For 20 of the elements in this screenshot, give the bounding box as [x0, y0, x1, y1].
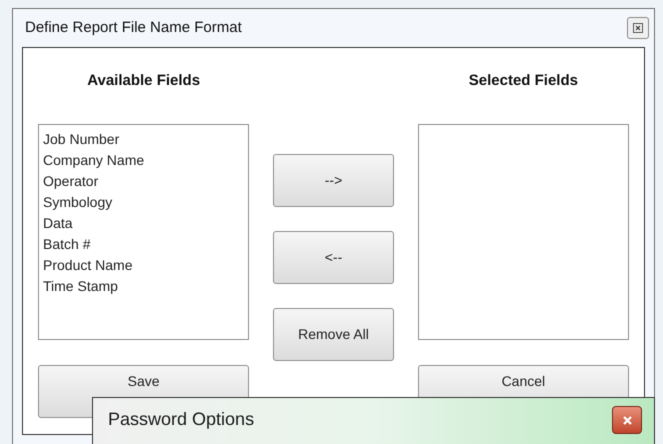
column-heading: Selected Fields — [468, 71, 579, 91]
list-item[interactable]: Company Name — [43, 150, 244, 171]
list-item[interactable]: Product Name — [43, 255, 244, 276]
selected-fields-list[interactable] — [418, 124, 629, 340]
list-item[interactable]: Data — [43, 213, 244, 234]
list-item[interactable]: Time Stamp — [43, 276, 244, 297]
remove-all-button[interactable]: Remove All — [273, 308, 394, 361]
list-item[interactable]: Operator — [43, 171, 244, 192]
close-icon — [622, 414, 632, 426]
move-right-button[interactable]: --> — [273, 154, 394, 207]
close-button[interactable] — [612, 406, 642, 434]
available-fields-list[interactable]: Job Number Company Name Operator Symbology Data Batch # Product Name Time Stamp — [38, 124, 250, 340]
column-heading: Available Fields — [86, 71, 202, 91]
list-item[interactable]: Symbology — [43, 192, 244, 213]
list-item[interactable]: Batch # — [43, 234, 244, 255]
window-title: Define Report File Name Format — [25, 18, 242, 38]
move-left-button[interactable]: <-- — [273, 231, 394, 284]
close-button[interactable] — [627, 17, 649, 39]
close-icon — [633, 23, 643, 33]
list-item[interactable]: Job Number — [43, 129, 244, 150]
